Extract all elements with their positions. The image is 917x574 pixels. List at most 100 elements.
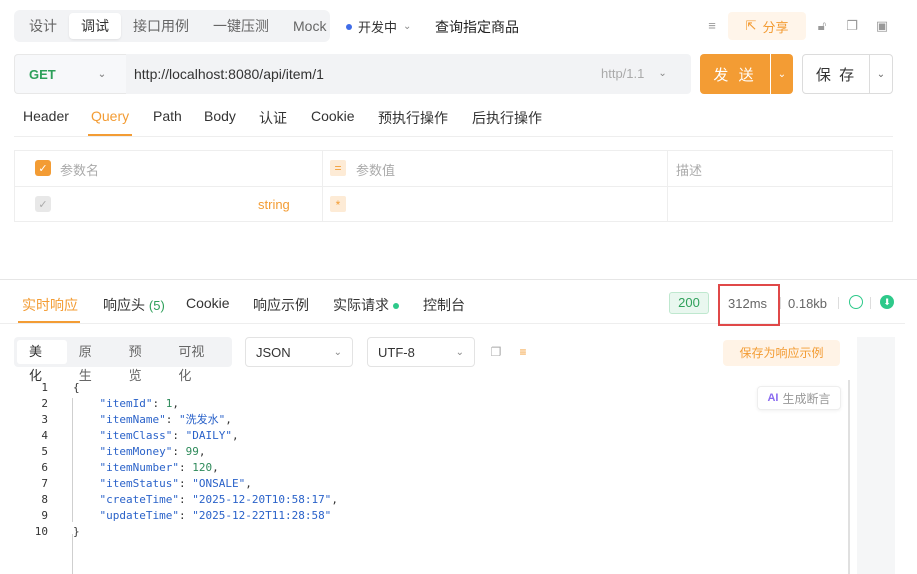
tab-response-example[interactable]: 响应示例 — [253, 295, 309, 315]
send-options-button[interactable]: ⌄ — [771, 54, 793, 94]
tab-load-test[interactable]: 一键压测 — [201, 13, 281, 39]
code-text: "itemMoney": 99, — [99, 445, 206, 458]
tab-design[interactable]: 设计 — [17, 13, 69, 39]
select-all-checkbox[interactable]: ✓ — [35, 160, 51, 176]
protocol-select[interactable]: http/1.1 ⌄ — [601, 66, 667, 81]
tab-response-cookie[interactable]: Cookie — [186, 295, 230, 311]
param-type[interactable]: string — [258, 197, 290, 212]
tab-realtime-response[interactable]: 实时响应 — [22, 295, 78, 315]
tab-response-headers-label: 响应头 — [103, 297, 145, 313]
param-name-header: 参数名 — [60, 163, 100, 178]
line-number: 6 — [41, 461, 48, 474]
edit-note-icon[interactable]: ≡ — [704, 18, 720, 34]
response-time: 312ms — [728, 296, 768, 311]
tab-response-headers[interactable]: 响应头 (5) — [103, 295, 165, 315]
json-value: 120 — [192, 461, 213, 474]
env-status-label: 开发中 — [358, 20, 398, 35]
tab-auth[interactable]: 认证 — [259, 108, 287, 128]
tab-raw[interactable]: 原生 — [67, 340, 117, 383]
brace: } — [73, 525, 80, 538]
json-key: "itemClass" — [99, 429, 173, 442]
save-button[interactable]: 保 存 — [802, 54, 870, 94]
download-icon[interactable]: ⬇ — [880, 295, 894, 309]
indicator-dot-icon — [393, 303, 399, 310]
brace: { — [73, 381, 80, 394]
param-desc-header: 描述 — [676, 163, 703, 178]
tab-actual-request[interactable]: 实际请求 — [333, 295, 399, 315]
tab-visualize[interactable]: 可视化 — [166, 340, 229, 383]
tab-debug[interactable]: 调试 — [69, 13, 121, 39]
code-text: } — [73, 524, 80, 540]
line-number: 9 — [41, 509, 48, 522]
format-select[interactable]: JSON ⌄ — [245, 337, 353, 367]
equals-icon: = — [330, 160, 346, 176]
line-number: 7 — [41, 477, 48, 490]
save-disk-icon[interactable]: ▣ — [874, 18, 890, 34]
tab-test-cases[interactable]: 接口用例 — [121, 13, 201, 39]
url-input[interactable]: http://localhost:8080/api/item/1 — [134, 66, 324, 82]
env-status-dropdown[interactable]: 开发中 ⌄ — [346, 17, 411, 36]
tab-post-script[interactable]: 后执行操作 — [472, 108, 542, 128]
line-number: 10 — [34, 525, 48, 538]
comma: , — [198, 445, 206, 458]
comma: , — [245, 477, 252, 490]
status-dot-icon — [346, 23, 352, 30]
line-number: 3 — [41, 413, 48, 426]
share-icon: ⇱ — [745, 18, 757, 33]
save-as-example-button[interactable]: 保存为响应示例 — [723, 340, 840, 366]
method-label: GET — [29, 66, 56, 82]
copy-icon[interactable]: ❐ — [844, 18, 860, 34]
comma: , — [331, 493, 338, 506]
tab-cookie[interactable]: Cookie — [311, 108, 355, 124]
copy-icon[interactable]: ❐ — [489, 345, 503, 359]
lock-icon[interactable]: 🔓︎ — [814, 18, 830, 34]
line-number: 1 — [41, 381, 48, 394]
row-checkbox[interactable]: ✓ — [35, 196, 51, 212]
code-text: "itemId": 1, — [99, 397, 179, 410]
tab-header[interactable]: Header — [23, 108, 69, 124]
json-value: "DAILY" — [185, 429, 232, 442]
globe-icon[interactable] — [849, 295, 863, 309]
tab-pre-script[interactable]: 预执行操作 — [378, 108, 448, 128]
json-value: 99 — [185, 445, 199, 458]
response-body-editor[interactable]: 1 {2 "itemId": 1, 3 "itemName": "洗发水", 4 "i… — [0, 380, 850, 574]
code-text: "updateTime": "2025-12-22T11:28:58" — [99, 509, 332, 522]
json-key: "itemId" — [99, 397, 153, 410]
tab-console[interactable]: 控制台 — [423, 295, 465, 315]
json-key: "createTime" — [99, 493, 179, 506]
comma: , — [231, 429, 239, 442]
api-name[interactable]: 查询指定商品 — [435, 17, 519, 37]
code-text: "itemStatus": "ONSALE", — [99, 477, 252, 490]
json-key: "itemStatus" — [99, 477, 179, 490]
format-select-value: JSON — [256, 344, 291, 360]
share-button[interactable]: ⇱ 分享 — [728, 12, 806, 40]
encoding-select[interactable]: UTF-8 ⌄ — [367, 337, 475, 367]
save-options-button[interactable]: ⌄ — [869, 54, 893, 94]
side-panel — [857, 337, 895, 574]
response-size: 0.18kb — [788, 296, 828, 311]
ai-icon: AI — [767, 392, 779, 404]
divider — [322, 150, 323, 222]
tab-mock[interactable]: Mock — [281, 13, 338, 39]
wrap-lines-icon[interactable]: ≡ — [516, 345, 530, 359]
tab-pretty[interactable]: 美化 — [17, 340, 67, 383]
tab-actual-request-label: 实际请求 — [333, 297, 389, 313]
json-key: "itemNumber" — [99, 461, 179, 474]
chevron-down-icon: ⌄ — [333, 346, 342, 358]
json-value: "洗发水" — [178, 413, 226, 426]
chevron-down-icon: ⌄ — [658, 68, 667, 79]
send-button[interactable]: 发 送 — [700, 54, 770, 94]
view-mode-tabs: 美化 原生 预览 可视化 — [14, 337, 232, 383]
protocol-label: http/1.1 — [601, 66, 645, 81]
tab-preview[interactable]: 预览 — [117, 340, 167, 383]
chevron-down-icon: ⌄ — [455, 346, 464, 358]
divider — [14, 136, 893, 137]
divider — [838, 297, 839, 309]
tab-path[interactable]: Path — [153, 108, 182, 124]
chevron-down-icon: ⌄ — [403, 21, 412, 32]
ai-generate-assertion-button[interactable]: AI 生成断言 — [757, 386, 841, 410]
tab-body[interactable]: Body — [204, 108, 236, 124]
tab-query[interactable]: Query — [91, 108, 129, 124]
json-value: "2025-12-22T11:28:58" — [192, 509, 332, 522]
method-select[interactable]: GET ⌄ — [14, 54, 126, 94]
